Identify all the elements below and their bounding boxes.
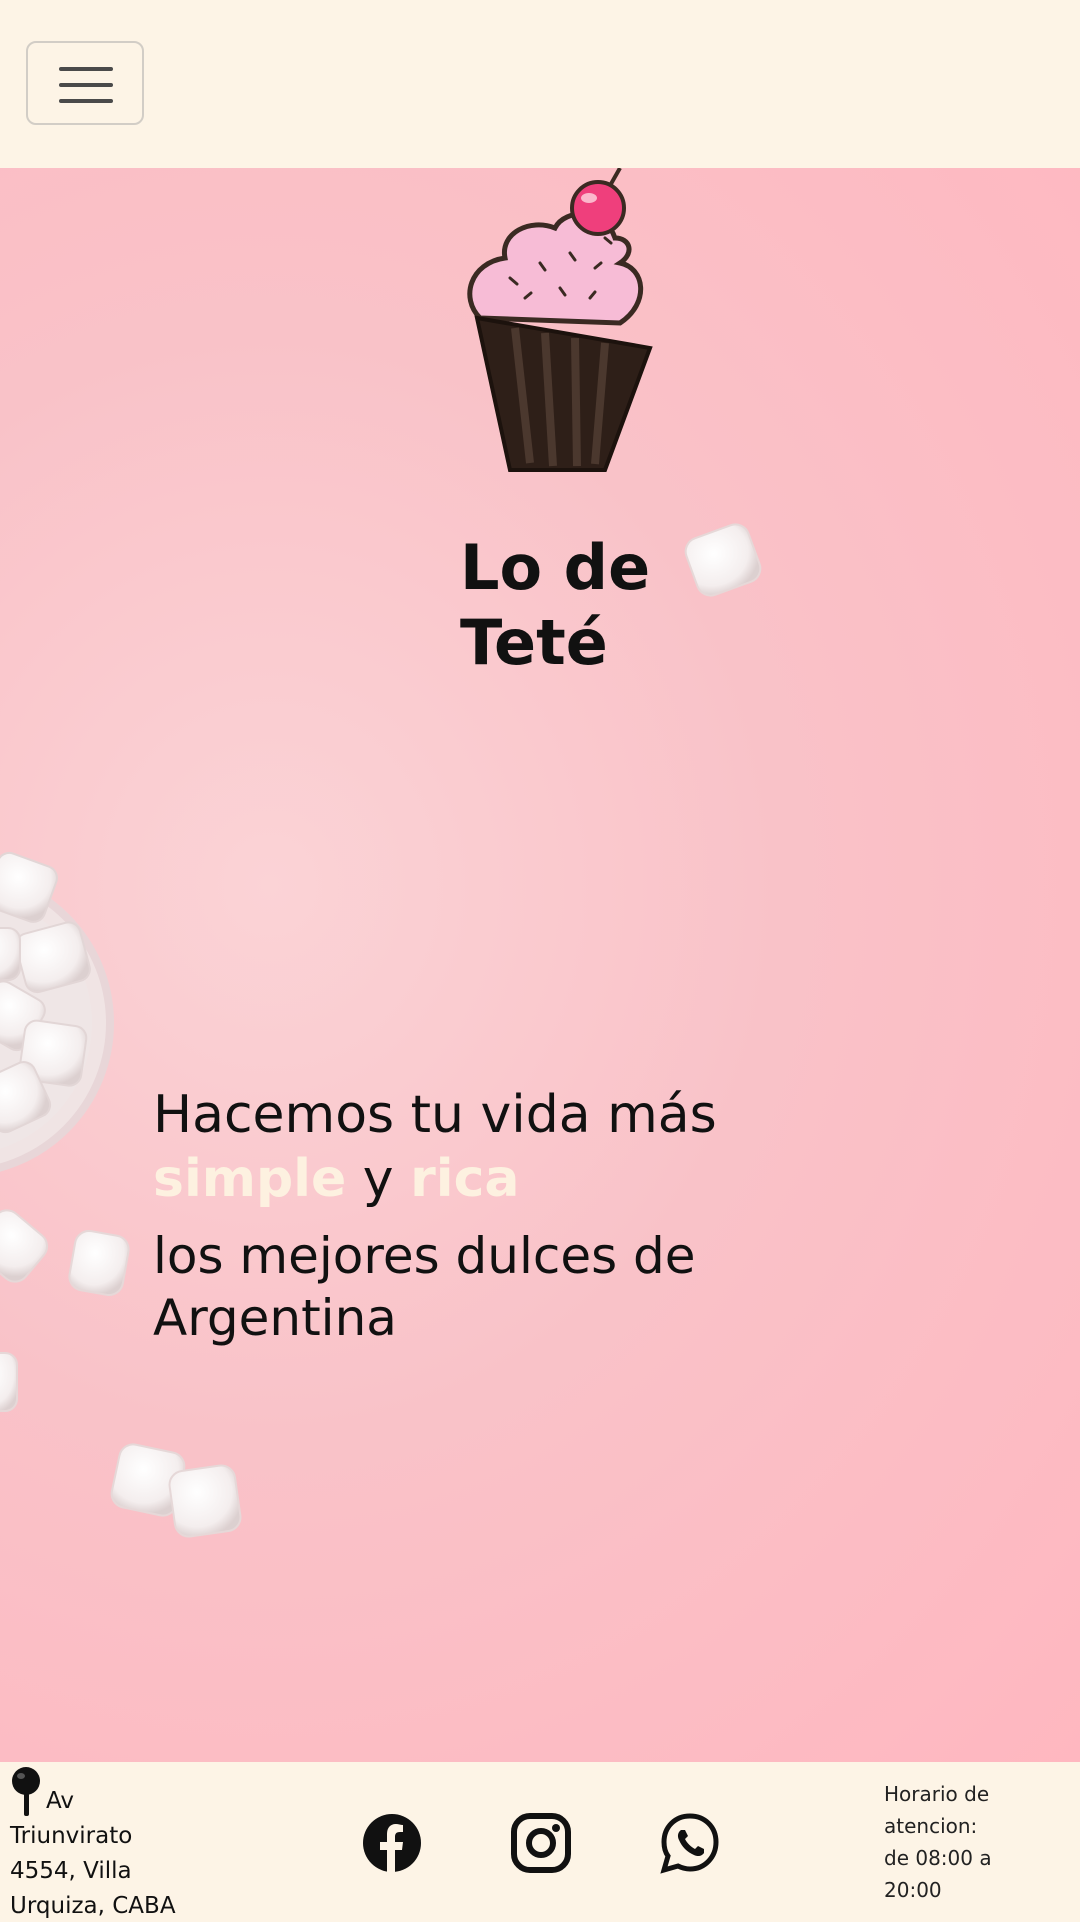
hours-line4: 20:00 xyxy=(884,1878,942,1902)
hours-line3: de 08:00 a xyxy=(884,1846,992,1870)
hero-subtitle: los mejores dulces de Argentina xyxy=(153,1225,913,1349)
instagram-icon xyxy=(511,1813,571,1873)
subtitle-line1: los mejores dulces de xyxy=(153,1227,696,1285)
cupcake-logo-icon xyxy=(467,168,653,472)
opening-hours: Horario de atencion: de 08:00 a 20:00 xyxy=(884,1778,1054,1906)
tagline-highlight-simple: simple xyxy=(153,1149,347,1209)
facebook-icon xyxy=(363,1814,421,1873)
instagram-link[interactable] xyxy=(510,1812,572,1874)
brand-title: Lo de Teté xyxy=(460,530,720,680)
address-line3: 4554, Villa xyxy=(10,1858,132,1884)
address-line1: Av xyxy=(46,1788,74,1814)
brand-title-line1: Lo de xyxy=(460,531,651,604)
subtitle-line2: Argentina xyxy=(153,1289,397,1347)
tagline-connector: y xyxy=(346,1149,411,1209)
hours-line2: atencion: xyxy=(884,1814,978,1838)
hours-line1: Horario de xyxy=(884,1782,990,1806)
facebook-link[interactable] xyxy=(361,1812,423,1874)
address-line4: Urquiza, CABA xyxy=(10,1893,176,1919)
address-line2: Triunvirato xyxy=(10,1823,133,1849)
brand-title-line2: Teté xyxy=(460,606,608,679)
map-pin-icon xyxy=(12,1767,40,1816)
address-block: Av Triunvirato 4554, Villa Urquiza, CABA xyxy=(10,1766,200,1922)
tagline-highlight-rica: rica xyxy=(410,1149,520,1209)
tagline-line2: simple y rica xyxy=(153,1147,913,1211)
footer: Av Triunvirato 4554, Villa Urquiza, CABA xyxy=(0,1762,1080,1922)
menu-toggle-button[interactable] xyxy=(26,41,144,125)
whatsapp-icon xyxy=(660,1813,719,1874)
navbar xyxy=(0,0,1080,168)
hero-tagline: Hacemos tu vida más simple y rica los me… xyxy=(153,1083,913,1349)
hero-section: Lo de Teté Hacemos tu vida más simple y … xyxy=(0,168,1080,1762)
tagline-line1: Hacemos tu vida más xyxy=(153,1085,717,1145)
hamburger-menu-icon xyxy=(59,67,113,71)
whatsapp-link[interactable] xyxy=(659,1812,721,1874)
